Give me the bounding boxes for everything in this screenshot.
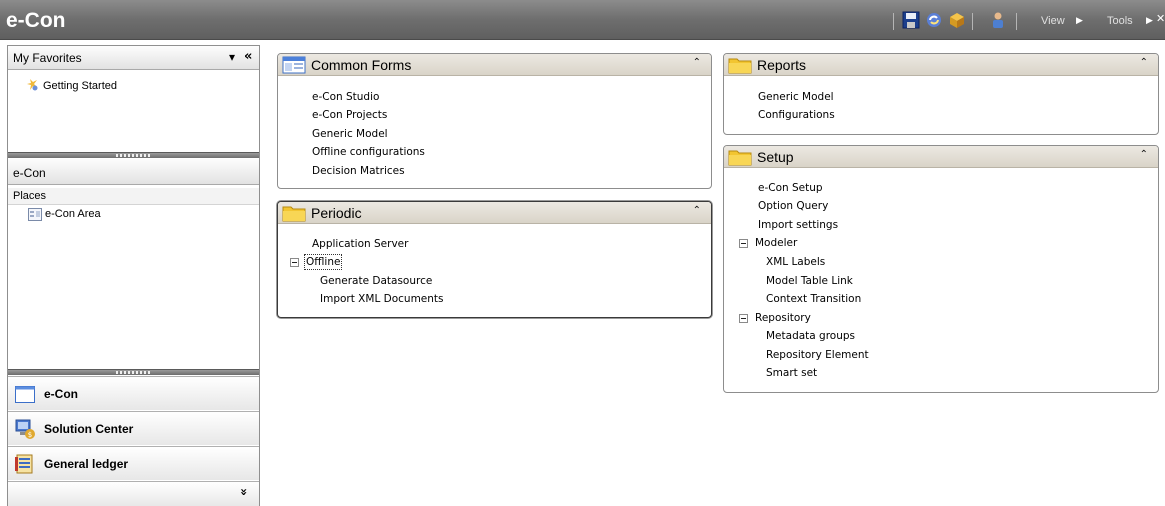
favorites-dropdown-icon[interactable]: ▾ xyxy=(229,50,235,64)
periodic-panel: Periodic ⌃ Application Server Offline Ge… xyxy=(277,201,712,318)
module-header: e-Con xyxy=(8,159,259,185)
link-report-configurations[interactable]: Configurations xyxy=(758,109,835,121)
view-menu[interactable]: View xyxy=(1041,15,1065,27)
link-context-transition[interactable]: Context Transition xyxy=(766,293,861,305)
group-modeler[interactable]: Modeler xyxy=(755,237,797,249)
forms-icon xyxy=(281,55,307,75)
collapse-chevron-icon[interactable]: ⌃ xyxy=(1140,149,1148,160)
nav-more-buttons[interactable]: » xyxy=(8,481,259,506)
module-title: e-Con xyxy=(13,166,46,180)
link-e-con-projects[interactable]: e-Con Projects xyxy=(312,109,387,121)
nav-button-label: Solution Center xyxy=(44,422,134,436)
link-option-query[interactable]: Option Query xyxy=(758,200,828,212)
link-import-settings[interactable]: Import settings xyxy=(758,219,838,231)
collapse-chevron-icon[interactable]: ⌃ xyxy=(693,57,701,68)
link-metadata-groups[interactable]: Metadata groups xyxy=(766,330,855,342)
collapse-tree-icon[interactable] xyxy=(290,258,299,267)
reports-panel: Reports ⌃ Generic Model Configurations xyxy=(723,53,1159,135)
save-icon[interactable] xyxy=(902,11,920,29)
toolbar-separator xyxy=(893,13,894,30)
nav-button-general-ledger[interactable]: General ledger xyxy=(8,446,259,480)
favorites-header: My Favorites ▾ « xyxy=(8,46,259,70)
user-icon[interactable] xyxy=(989,11,1007,29)
nav-button-e-con[interactable]: e-Con xyxy=(8,376,259,410)
pane-splitter[interactable] xyxy=(8,152,259,158)
tools-menu[interactable]: Tools xyxy=(1107,15,1133,27)
common-forms-panel: Common Forms ⌃ e-Con Studio e-Con Projec… xyxy=(277,53,712,189)
link-application-server[interactable]: Application Server xyxy=(312,238,408,250)
reports-header[interactable]: Reports ⌃ xyxy=(724,54,1158,76)
refresh-icon[interactable] xyxy=(925,11,943,29)
collapse-chevron-icon[interactable]: ⌃ xyxy=(1140,57,1148,68)
places-label: Places xyxy=(13,190,47,202)
nav-button-label: e-Con xyxy=(44,387,78,401)
link-model-table-link[interactable]: Model Table Link xyxy=(766,275,853,287)
reports-title: Reports xyxy=(757,57,807,73)
toolbar-separator xyxy=(1016,13,1017,30)
folder-icon xyxy=(727,147,753,167)
link-xml-labels[interactable]: XML Labels xyxy=(766,256,825,268)
link-decision-matrices[interactable]: Decision Matrices xyxy=(312,165,405,177)
tools-menu-arrow-icon: ▶ xyxy=(1146,16,1153,26)
periodic-header[interactable]: Periodic ⌃ xyxy=(278,202,711,224)
common-forms-title: Common Forms xyxy=(311,57,412,73)
collapse-pane-icon[interactable]: « xyxy=(244,49,252,64)
link-e-con-setup[interactable]: e-Con Setup xyxy=(758,182,823,194)
link-import-xml-documents[interactable]: Import XML Documents xyxy=(320,293,444,305)
close-icon[interactable]: ✕ xyxy=(1156,12,1165,25)
link-generate-datasource[interactable]: Generate Datasource xyxy=(320,275,432,287)
link-report-generic-model[interactable]: Generic Model xyxy=(758,91,834,103)
collapse-chevron-icon[interactable]: ⌃ xyxy=(693,205,701,216)
common-forms-header[interactable]: Common Forms ⌃ xyxy=(278,54,711,76)
getting-started-icon xyxy=(25,78,39,92)
group-offline[interactable]: Offline xyxy=(303,254,343,270)
expand-more-icon: » xyxy=(236,488,251,496)
toolbar-separator xyxy=(972,13,973,30)
link-e-con-studio[interactable]: e-Con Studio xyxy=(312,91,379,103)
link-offline-configurations[interactable]: Offline configurations xyxy=(312,146,425,158)
periodic-title: Periodic xyxy=(311,205,362,221)
title-bar: e-Con View ▶ Tools ▶ ✕ xyxy=(0,0,1165,40)
link-repository-element[interactable]: Repository Element xyxy=(766,349,869,361)
nav-button-solution-center[interactable]: $ Solution Center xyxy=(8,411,259,445)
collapse-tree-icon[interactable] xyxy=(739,314,748,323)
general-ledger-icon xyxy=(14,453,36,475)
collapse-tree-icon[interactable] xyxy=(739,239,748,248)
package-icon[interactable] xyxy=(948,11,966,29)
navigation-pane: My Favorites ▾ « Getting Started e-Con P… xyxy=(7,45,260,506)
favorite-getting-started[interactable]: Getting Started xyxy=(43,80,117,92)
setup-panel: Setup ⌃ e-Con Setup Option Query Import … xyxy=(723,145,1159,393)
svg-text:$: $ xyxy=(28,431,32,439)
nav-button-label: General ledger xyxy=(44,457,129,471)
setup-header[interactable]: Setup ⌃ xyxy=(724,146,1158,168)
solution-center-icon: $ xyxy=(14,418,36,440)
pane-splitter[interactable] xyxy=(8,369,259,375)
group-repository[interactable]: Repository xyxy=(755,312,811,324)
link-generic-model[interactable]: Generic Model xyxy=(312,128,388,140)
folder-icon xyxy=(727,55,753,75)
link-smart-set[interactable]: Smart set xyxy=(766,367,817,379)
folder-icon xyxy=(281,203,307,223)
app-title: e-Con xyxy=(6,9,66,32)
view-menu-arrow-icon: ▶ xyxy=(1076,16,1083,26)
place-e-con-area[interactable]: e-Con Area xyxy=(45,208,101,220)
favorites-title: My Favorites xyxy=(13,51,82,65)
area-page-icon xyxy=(28,208,42,221)
setup-title: Setup xyxy=(757,149,794,165)
places-section: Places xyxy=(8,188,259,205)
window-icon xyxy=(14,383,36,405)
